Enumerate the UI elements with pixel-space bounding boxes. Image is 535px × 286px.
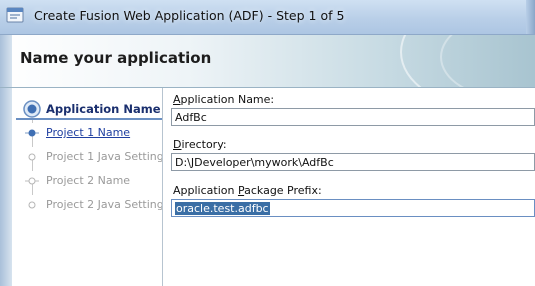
directory-value: D:\JDeveloper\mywork\AdfBc: [175, 156, 334, 169]
step-project-1-java-settings: Project 1 Java Settings: [12, 146, 169, 168]
application-name-value: AdfBc: [175, 111, 207, 124]
page-title: Name your application: [20, 49, 212, 67]
step-label: Project 2 Name: [46, 174, 131, 187]
step-current-icon: [23, 100, 41, 118]
window-frame-left: [0, 88, 12, 286]
step-label: Project 1 Name: [46, 126, 131, 139]
package-prefix-value: oracle.test.adfbc: [175, 202, 270, 215]
step-application-name[interactable]: Application Name: [12, 98, 162, 120]
wizard-header: Name your application: [0, 35, 535, 88]
directory-input[interactable]: D:\JDeveloper\mywork\AdfBc: [171, 153, 535, 171]
wizard-steps-nav: Application Name Project 1 Name Project …: [12, 88, 169, 286]
step-label: Application Name: [46, 102, 161, 116]
app-window-icon: [6, 7, 24, 23]
current-step-indicator: [16, 118, 162, 120]
package-prefix-label: Application Package Prefix:: [173, 184, 322, 197]
title-bar[interactable]: Create Fusion Web Application (ADF) - St…: [0, 0, 535, 35]
step-label: Project 1 Java Settings: [46, 150, 170, 163]
step-project-1-name[interactable]: Project 1 Name: [12, 122, 162, 144]
step-disabled-icon: [28, 153, 36, 161]
step-disabled-icon: [28, 201, 36, 209]
step-project-2-name: Project 2 Name: [12, 170, 162, 192]
step-disabled-icon: [25, 177, 39, 185]
directory-label: Directory:: [173, 138, 227, 151]
step-pending-icon: [25, 129, 39, 137]
window-frame-left: [0, 35, 12, 87]
application-name-label: Application Name:: [173, 93, 275, 106]
step-project-2-java-settings: Project 2 Java Settings: [12, 194, 169, 216]
window-title: Create Fusion Web Application (ADF) - St…: [34, 8, 345, 23]
application-name-input[interactable]: AdfBc: [171, 108, 535, 126]
package-prefix-input[interactable]: oracle.test.adfbc: [171, 199, 535, 217]
window-frame-edge: [526, 0, 535, 34]
header-decoration: [440, 35, 535, 87]
step-label: Project 2 Java Settings: [46, 198, 170, 211]
application-form: Application Name: AdfBc Directory: D:\JD…: [163, 88, 535, 286]
